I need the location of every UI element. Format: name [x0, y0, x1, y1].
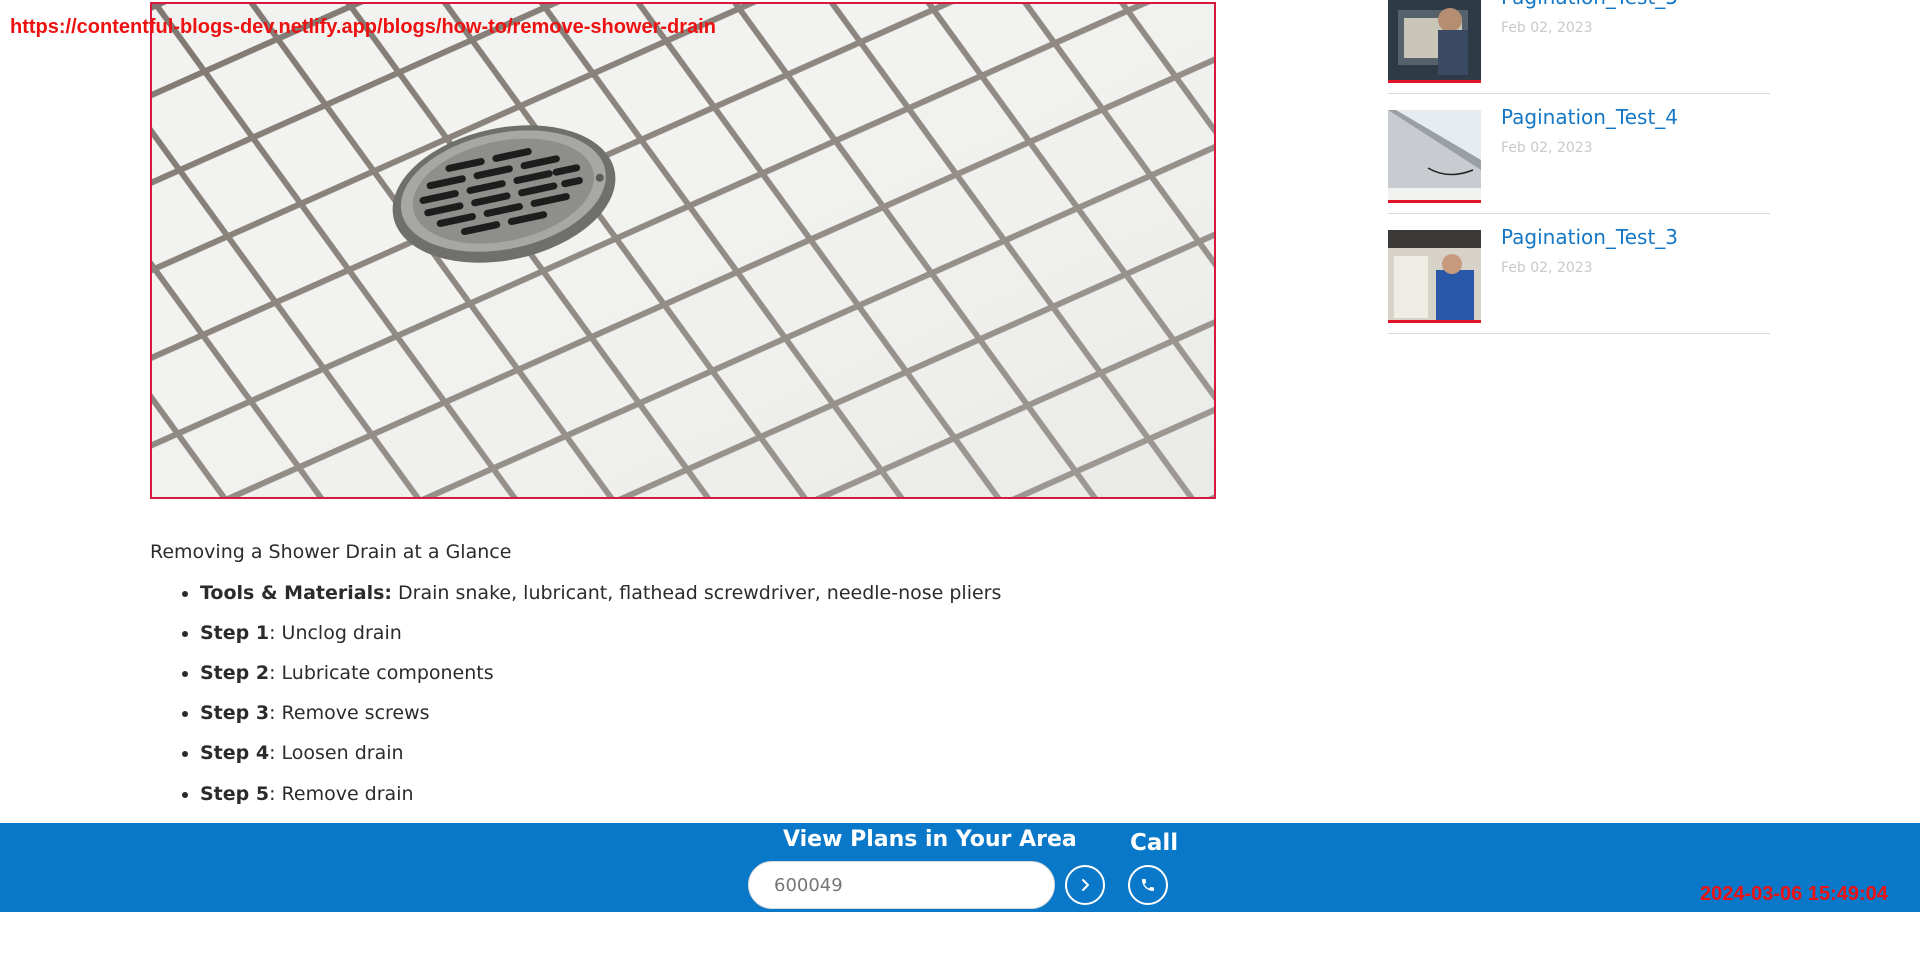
list-item: Tools & Materials: Drain snake, lubrican…: [200, 581, 1210, 606]
thumbnail-image: [1388, 110, 1481, 200]
item-text: : Lubricate components: [269, 662, 494, 685]
list-item: Step 1: Unclog drain: [200, 621, 1210, 646]
list-item: Step 5: Remove drain: [200, 782, 1210, 807]
list-item: Step 4: Loosen drain: [200, 741, 1210, 766]
post-date: Feb 02, 2023: [1501, 20, 1593, 36]
post-thumbnail[interactable]: [1388, 230, 1481, 323]
post-thumbnail[interactable]: [1388, 0, 1481, 83]
item-text: : Remove screws: [269, 702, 430, 725]
post-title-link[interactable]: Pagination_Test_3: [1501, 225, 1678, 249]
related-post-item[interactable]: Pagination_Test_4 Feb 02, 2023: [1388, 94, 1770, 214]
article-body: Removing a Shower Drain at a Glance Tool…: [150, 540, 1210, 822]
item-label: Tools & Materials:: [200, 581, 392, 604]
call-button[interactable]: [1128, 865, 1168, 905]
related-post-item[interactable]: Pagination_Test_3 Feb 02, 2023: [1388, 214, 1770, 334]
item-label: Step 1: [200, 621, 270, 644]
post-title-link[interactable]: Pagination_Test_5: [1501, 0, 1678, 9]
item-text: : Loosen drain: [269, 742, 404, 765]
related-posts: Pagination_Test_5 Feb 02, 2023 Paginatio…: [1388, 0, 1770, 334]
item-label: Step 4: [200, 742, 270, 765]
timestamp-overlay: 2024-03-06 15:49:04: [1700, 883, 1888, 905]
tile-floor-illustration: [152, 4, 1214, 497]
thumbnail-image: [1388, 230, 1481, 320]
item-text: : Remove drain: [269, 782, 414, 805]
url-overlay: https://contentful-blogs-dev.netlify.app…: [10, 16, 716, 38]
post-thumbnail[interactable]: [1388, 110, 1481, 203]
item-label: Step 5: [200, 782, 270, 805]
post-title-link[interactable]: Pagination_Test_4: [1501, 105, 1678, 129]
post-date: Feb 02, 2023: [1501, 140, 1593, 156]
thumbnail-image: [1388, 0, 1481, 80]
chevron-right-icon: [1082, 879, 1089, 891]
steps-list: Tools & Materials: Drain snake, lubrican…: [150, 581, 1210, 807]
list-item: Step 2: Lubricate components: [200, 661, 1210, 686]
search-plans-button[interactable]: [1065, 865, 1105, 905]
post-date: Feb 02, 2023: [1501, 260, 1593, 276]
item-text: : Unclog drain: [269, 621, 402, 644]
list-item: Step 3: Remove screws: [200, 701, 1210, 726]
phone-icon: [1142, 879, 1154, 891]
shower-drain-image: [150, 2, 1216, 499]
item-text: Drain snake, lubricant, flathead screwdr…: [392, 581, 1002, 604]
glance-heading: Removing a Shower Drain at a Glance: [150, 541, 512, 563]
related-post-item[interactable]: Pagination_Test_5 Feb 02, 2023: [1388, 0, 1770, 94]
view-plans-title: View Plans in Your Area: [783, 827, 1077, 852]
call-label: Call: [1130, 830, 1179, 856]
zip-code-input[interactable]: [748, 861, 1055, 909]
item-label: Step 2: [200, 662, 270, 685]
item-label: Step 3: [200, 702, 270, 725]
view-plans-bar: View Plans in Your Area Call: [0, 823, 1920, 912]
